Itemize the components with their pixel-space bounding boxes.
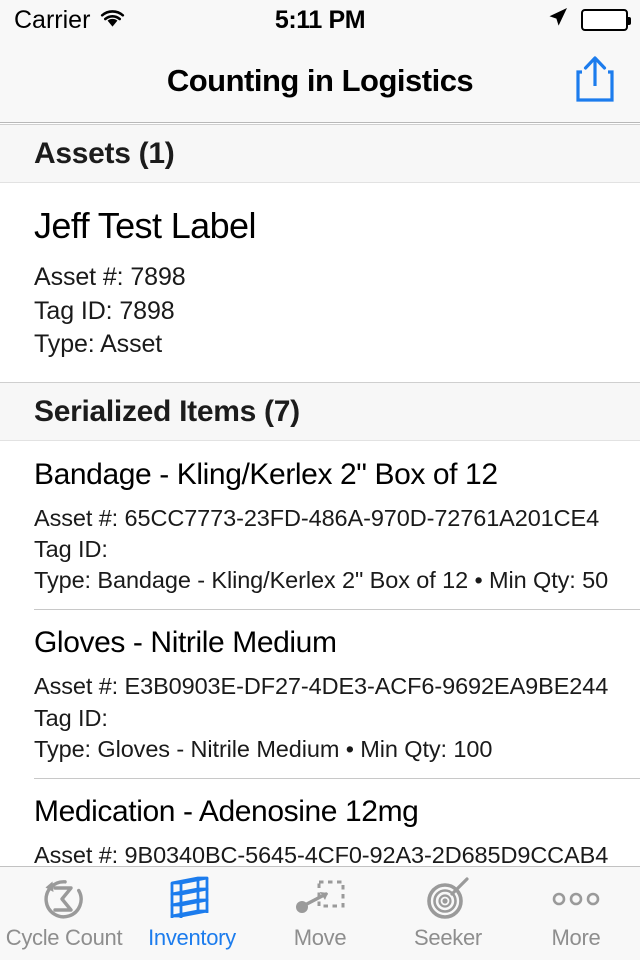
location-arrow-icon [546,5,570,36]
tab-bar: Cycle Count Inventory Move Seeker More [0,866,640,960]
list-content[interactable]: Assets (1) Jeff Test Label Asset #: 7898 Ta… [0,124,640,866]
tab-seeker[interactable]: Seeker [384,867,512,960]
list-item-detail: Type: Bandage - Kling/Kerlex 2" Box of 1… [34,567,609,593]
tab-label: Seeker [414,925,482,950]
share-icon [574,55,616,108]
list-item[interactable]: Jeff Test Label Asset #: 7898 Tag ID: 7898… [0,183,640,382]
section-header: Serialized Items (7) [0,381,640,441]
app-screen: Carrier 5:11 PM Counting in Logistics As… [0,0,640,960]
status-bar: Carrier 5:11 PM [0,0,640,40]
tab-more[interactable]: More [512,867,640,960]
navigation-bar: Counting in Logistics [0,40,640,123]
battery-full-icon [581,9,631,31]
list-item-title: Gloves - Nitrile Medium [34,626,337,660]
section-header: Assets (1) [0,124,640,183]
seeker-target-icon [421,874,475,924]
tab-label: More [551,925,601,950]
list-item-title: Bandage - Kling/Kerlex 2" Box of 12 [34,457,498,491]
share-button[interactable] [572,55,618,108]
list-item-detail: Type: Asset [34,330,163,358]
list-item-title: Medication - Adenosine 12mg [34,795,419,828]
more-ellipsis-icon [546,874,606,924]
status-bar-right [546,5,631,36]
page-title: Counting in Logistics [166,63,474,98]
tab-label: Move [293,925,347,950]
tab-label: Inventory [148,925,236,950]
list-item-detail: Asset #: 7898 [34,263,186,291]
list-item-detail: Type: Gloves - Nitrile Medium • Min Qty:… [34,735,493,762]
list-item-detail: Asset #: E3B0903E-DF27-4DE3-ACF6-9692EA9… [34,673,609,700]
cycle-count-icon [37,874,91,924]
tab-cycle-count[interactable]: Cycle Count [0,867,128,960]
move-icon [293,874,347,924]
list-item-detail: Tag ID: 7898 [34,296,175,325]
status-bar-time: 5:11 PM [274,5,366,34]
tab-move[interactable]: Move [256,867,384,960]
list-item[interactable]: Medication - Adenosine 12mg Asset #: 9B03… [0,778,640,866]
list-item-detail: Tag ID: [34,704,108,731]
tab-inventory[interactable]: Inventory [128,867,256,960]
tab-label: Cycle Count [5,925,123,950]
list-item-detail: Asset #: 9B0340BC-5645-4CF0-92A3-2D685D9… [34,842,609,866]
list-item-detail: Tag ID: [34,535,108,562]
list-item-title: Jeff Test Label [34,205,256,246]
list-item-detail: Asset #: 65CC7773-23FD-486A-970D-72761A2… [34,504,600,531]
list-item[interactable]: Bandage - Kling/Kerlex 2" Box of 12 Asset… [0,440,640,610]
list-item[interactable]: Gloves - Nitrile Medium Asset #: E3B0903E… [0,609,640,778]
inventory-shelf-icon [165,874,219,924]
